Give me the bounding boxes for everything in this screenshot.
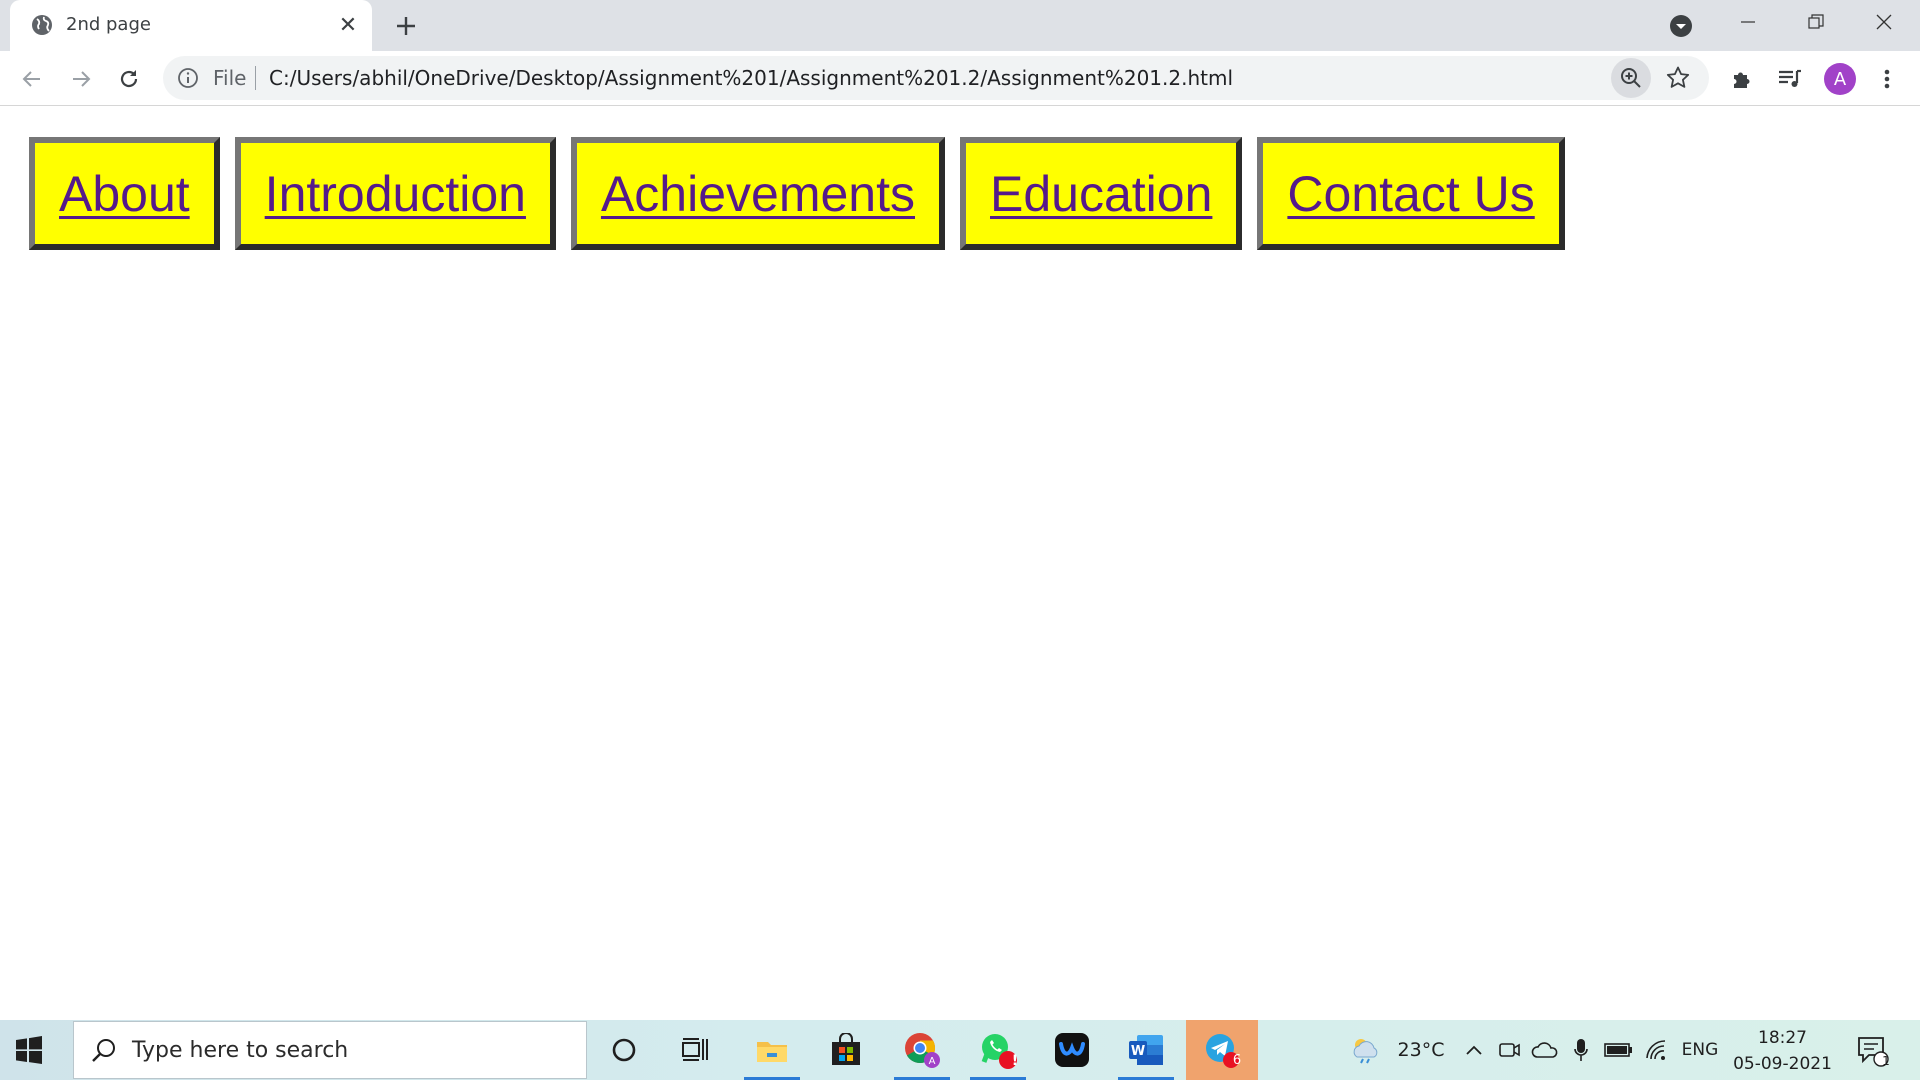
wifi-button[interactable] [1640, 1020, 1672, 1080]
close-window-button[interactable] [1850, 0, 1918, 44]
webex-icon [1055, 1033, 1089, 1067]
minimize-icon [1741, 21, 1755, 23]
bookmark-star-icon[interactable] [1665, 65, 1691, 91]
page-viewport: About Introduction Achievements Educatio… [0, 107, 1920, 1020]
plus-icon [397, 17, 415, 35]
site-nav: About Introduction Achievements Educatio… [29, 137, 1565, 250]
search-placeholder: Type here to search [132, 1038, 349, 1063]
show-hidden-icons-button[interactable] [1460, 1020, 1488, 1080]
nav-link-introduction[interactable]: Introduction [265, 165, 526, 223]
media-control-button[interactable] [1775, 64, 1805, 94]
webex-taskbar-button[interactable] [1036, 1020, 1108, 1080]
nav-link-about[interactable]: About [59, 165, 190, 223]
omnibox-divider [255, 66, 256, 90]
word-icon: W [1129, 1035, 1163, 1065]
microsoft-store-button[interactable] [810, 1020, 882, 1080]
taskbar-search-box[interactable]: Type here to search [73, 1021, 587, 1079]
back-button[interactable] [17, 64, 47, 94]
windows-taskbar: Type here to search A ! W 6 23°C ENG 18:… [0, 1020, 1920, 1080]
svg-text:W: W [1131, 1044, 1145, 1059]
nav-link-education[interactable]: Education [990, 165, 1212, 223]
puzzle-icon [1734, 72, 1750, 88]
task-view-icon [682, 1038, 708, 1061]
browser-toolbar: File C:/Users/abhil/OneDrive/Desktop/Ass… [0, 51, 1920, 106]
nav-item-about: About [29, 137, 220, 250]
weather-temperature[interactable]: 23°C [1388, 1020, 1454, 1080]
scheme-label: File [213, 66, 247, 90]
cortana-button[interactable] [588, 1020, 660, 1080]
windows-start-icon[interactable] [14, 1035, 44, 1065]
restore-icon [1808, 14, 1824, 29]
chrome-taskbar-button[interactable]: A [886, 1020, 958, 1080]
whatsapp-taskbar-button[interactable]: ! [962, 1020, 1034, 1080]
taskbar-clock[interactable]: 18:27 05-09-2021 [1730, 1025, 1835, 1077]
browser-tab[interactable]: 2nd page ✕ [10, 0, 372, 51]
nav-item-introduction: Introduction [234, 137, 556, 250]
weather-rain-cloud-icon [1353, 1039, 1378, 1064]
store-bag-icon [832, 1033, 860, 1065]
tab-title: 2nd page [66, 14, 151, 35]
chrome-icon: A [905, 1033, 940, 1068]
forward-button[interactable] [66, 64, 96, 94]
cloud-icon [1531, 1042, 1558, 1058]
extensions-button[interactable] [1727, 64, 1757, 94]
search-icon [92, 1039, 115, 1062]
browser-menu-button[interactable] [1872, 64, 1902, 94]
camera-icon [1499, 1043, 1520, 1057]
word-taskbar-button[interactable]: W [1110, 1020, 1182, 1080]
onedrive-button[interactable] [1528, 1020, 1562, 1080]
telegram-badge: 6 [1232, 1053, 1242, 1068]
minimize-button[interactable] [1714, 0, 1782, 44]
whatsapp-badge: ! [1011, 1053, 1019, 1069]
globe-icon [32, 15, 52, 35]
nav-item-achievements: Achievements [570, 137, 945, 250]
profile-avatar[interactable]: A [1824, 63, 1856, 95]
arrow-right-icon [73, 71, 91, 87]
tab-search-icon[interactable] [1668, 13, 1694, 39]
nav-item-contact-us: Contact Us [1257, 137, 1565, 250]
task-view-button[interactable] [660, 1020, 732, 1080]
url-text[interactable]: C:/Users/abhil/OneDrive/Desktop/Assignme… [269, 66, 1233, 90]
clock-date: 05-09-2021 [1733, 1054, 1832, 1074]
reload-icon [120, 70, 138, 88]
cortana-circle-icon [612, 1038, 636, 1062]
battery-button[interactable] [1600, 1020, 1636, 1080]
tab-close-icon[interactable]: ✕ [336, 12, 360, 37]
meet-now-button[interactable] [1494, 1020, 1524, 1080]
file-explorer-button[interactable] [736, 1020, 808, 1080]
microphone-icon [1574, 1039, 1588, 1061]
reload-button[interactable] [114, 64, 144, 94]
close-icon [1876, 14, 1892, 30]
new-tab-button[interactable] [391, 11, 421, 41]
more-vertical-icon [1884, 69, 1890, 89]
notifications-button[interactable]: 1 [1852, 1020, 1892, 1080]
nav-link-contact-us[interactable]: Contact Us [1287, 165, 1534, 223]
microphone-button[interactable] [1566, 1020, 1596, 1080]
folder-icon [757, 1042, 787, 1062]
clock-time: 18:27 [1758, 1028, 1807, 1048]
notification-count: 1 [1882, 1054, 1890, 1068]
restore-button[interactable] [1782, 0, 1850, 44]
zoom-button[interactable] [1611, 58, 1651, 98]
arrow-left-icon [22, 71, 40, 87]
address-bar[interactable]: File C:/Users/abhil/OneDrive/Desktop/Ass… [163, 56, 1709, 100]
nav-item-education: Education [960, 137, 1243, 250]
telegram-taskbar-button[interactable]: 6 [1186, 1020, 1258, 1080]
info-icon[interactable] [177, 67, 199, 89]
zoom-in-icon [1621, 68, 1641, 88]
nav-link-achievements[interactable]: Achievements [601, 165, 915, 223]
chevron-up-icon [1466, 1045, 1482, 1055]
language-indicator[interactable]: ENG [1678, 1020, 1722, 1080]
playlist-music-icon [1779, 69, 1801, 87]
wifi-icon [1646, 1040, 1666, 1060]
weather-widget[interactable] [1346, 1020, 1386, 1080]
tab-strip: 2nd page ✕ [0, 0, 1920, 51]
battery-icon [1604, 1043, 1632, 1057]
svg-text:A: A [929, 1056, 936, 1067]
